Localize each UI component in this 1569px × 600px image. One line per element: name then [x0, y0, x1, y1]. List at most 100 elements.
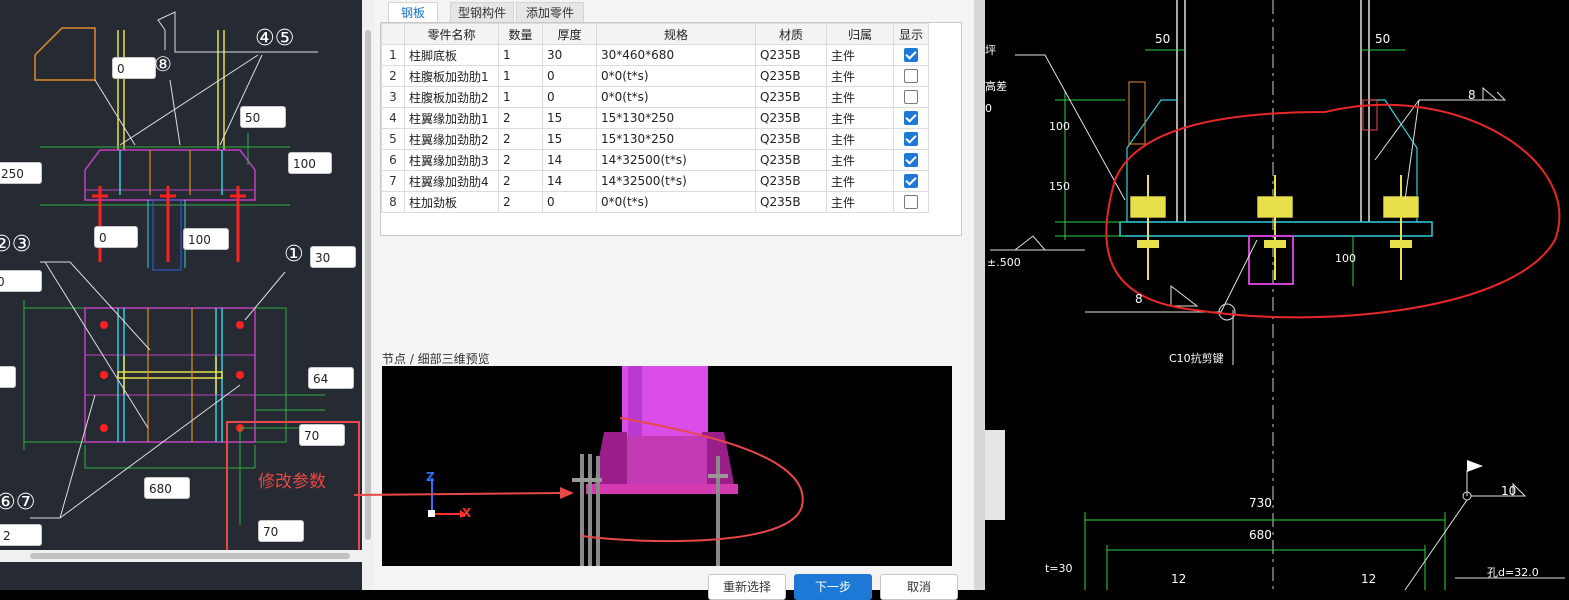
- param-input[interactable]: 0: [112, 57, 156, 79]
- qty-cell[interactable]: 1: [498, 65, 543, 87]
- part-name-cell[interactable]: 柱翼缘加劲肋3: [404, 149, 499, 171]
- table-row[interactable]: 2 柱腹板加劲肋1 1 0 0*0(t*s) Q235B 主件: [381, 65, 929, 87]
- table-row[interactable]: 3 柱腹板加劲肋2 1 0 0*0(t*s) Q235B 主件: [381, 86, 929, 108]
- param-input[interactable]: 50: [240, 106, 286, 128]
- thickness-cell[interactable]: 0: [542, 86, 597, 108]
- next-button[interactable]: 下一步: [794, 574, 872, 600]
- thickness-cell[interactable]: 15: [542, 128, 597, 150]
- spec-cell[interactable]: 14*32500(t*s): [596, 149, 756, 171]
- owner-cell[interactable]: 主件: [826, 107, 894, 129]
- part-name-cell[interactable]: 柱脚底板: [404, 44, 499, 66]
- show-checkbox[interactable]: [904, 48, 918, 63]
- col-material[interactable]: 材质: [755, 23, 827, 45]
- owner-cell[interactable]: 主件: [826, 191, 894, 213]
- spec-cell[interactable]: 0*0(t*s): [596, 191, 756, 213]
- hole-label: 孔d=32.0: [1487, 566, 1539, 579]
- material-cell[interactable]: Q235B: [755, 170, 827, 192]
- dim-label: 50: [1375, 32, 1391, 46]
- param-input[interactable]: 100: [288, 152, 332, 174]
- spec-cell[interactable]: 15*130*250: [596, 107, 756, 129]
- material-cell[interactable]: Q235B: [755, 191, 827, 213]
- show-checkbox[interactable]: [904, 111, 918, 126]
- row-index: 5: [381, 128, 405, 150]
- spec-cell[interactable]: 30*460*680: [596, 44, 756, 66]
- qty-cell[interactable]: 2: [498, 191, 543, 213]
- owner-cell[interactable]: 主件: [826, 44, 894, 66]
- dim-label: 100: [1049, 120, 1070, 133]
- material-cell[interactable]: Q235B: [755, 65, 827, 87]
- row-index: 4: [381, 107, 405, 129]
- show-cell: [893, 170, 929, 192]
- 3d-preview-viewport[interactable]: Z X: [382, 366, 952, 566]
- param-input[interactable]: 30: [310, 246, 356, 268]
- qty-cell[interactable]: 2: [498, 128, 543, 150]
- part-name-cell[interactable]: 柱腹板加劲肋2: [404, 86, 499, 108]
- col-thickness[interactable]: 厚度: [542, 23, 597, 45]
- material-cell[interactable]: Q235B: [755, 86, 827, 108]
- thickness-cell[interactable]: 14: [542, 170, 597, 192]
- show-checkbox[interactable]: [904, 69, 918, 84]
- thickness-cell[interactable]: 0: [542, 191, 597, 213]
- material-cell[interactable]: Q235B: [755, 149, 827, 171]
- param-input[interactable]: [0, 366, 16, 388]
- show-checkbox[interactable]: [904, 90, 918, 105]
- qty-cell[interactable]: 2: [498, 170, 543, 192]
- part-name-cell[interactable]: 柱腹板加劲肋1: [404, 65, 499, 87]
- param-input[interactable]: 250: [0, 162, 42, 184]
- col-qty[interactable]: 数量: [498, 23, 543, 45]
- material-cell[interactable]: Q235B: [755, 107, 827, 129]
- param-input[interactable]: 680: [144, 477, 190, 499]
- tab-steel-plate[interactable]: 钢板: [388, 2, 438, 23]
- spec-cell[interactable]: 15*130*250: [596, 128, 756, 150]
- qty-cell[interactable]: 1: [498, 44, 543, 66]
- spec-cell[interactable]: 0*0(t*s): [596, 65, 756, 87]
- thickness-cell[interactable]: 15: [542, 107, 597, 129]
- qty-cell[interactable]: 2: [498, 149, 543, 171]
- qty-cell[interactable]: 2: [498, 107, 543, 129]
- table-row[interactable]: 4 柱翼缘加劲肋1 2 15 15*130*250 Q235B 主件: [381, 107, 929, 129]
- spec-cell[interactable]: 0*0(t*s): [596, 86, 756, 108]
- material-cell[interactable]: Q235B: [755, 44, 827, 66]
- reselect-button[interactable]: 重新选择: [708, 574, 786, 600]
- part-name-cell[interactable]: 柱翼缘加劲肋1: [404, 107, 499, 129]
- param-input[interactable]: 100: [183, 228, 229, 250]
- show-checkbox[interactable]: [904, 132, 918, 147]
- table-row[interactable]: 5 柱翼缘加劲肋2 2 15 15*130*250 Q235B 主件: [381, 128, 929, 150]
- thickness-cell[interactable]: 30: [542, 44, 597, 66]
- owner-cell[interactable]: 主件: [826, 86, 894, 108]
- part-name-cell[interactable]: 柱翼缘加劲肋2: [404, 128, 499, 150]
- cancel-button[interactable]: 取消: [880, 574, 958, 600]
- thickness-cell[interactable]: 14: [542, 149, 597, 171]
- tab-add-part[interactable]: 添加零件: [516, 2, 584, 23]
- cad-plan-panel[interactable]: 0 50 100 250 0 100 30 0 64 70 680 70 2 ⑧…: [0, 0, 362, 590]
- show-checkbox[interactable]: [904, 174, 918, 189]
- table-row[interactable]: 6 柱翼缘加劲肋3 2 14 14*32500(t*s) Q235B 主件: [381, 149, 929, 171]
- table-row[interactable]: 8 柱加劲板 2 0 0*0(t*s) Q235B 主件: [381, 191, 929, 213]
- table-row[interactable]: 1 柱脚底板 1 30 30*460*680 Q235B 主件: [381, 44, 929, 66]
- part-name-cell[interactable]: 柱加劲板: [404, 191, 499, 213]
- spec-cell[interactable]: 14*32500(t*s): [596, 170, 756, 192]
- owner-cell[interactable]: 主件: [826, 170, 894, 192]
- qty-cell[interactable]: 1: [498, 86, 543, 108]
- horizontal-scrollbar[interactable]: [0, 550, 362, 562]
- thickness-label: t=30: [1045, 562, 1073, 575]
- part-name-cell[interactable]: 柱翼缘加劲肋4: [404, 170, 499, 192]
- col-part-name[interactable]: 零件名称: [404, 23, 499, 45]
- owner-cell[interactable]: 主件: [826, 128, 894, 150]
- param-input[interactable]: 64: [308, 367, 354, 389]
- material-cell[interactable]: Q235B: [755, 128, 827, 150]
- owner-cell[interactable]: 主件: [826, 149, 894, 171]
- param-input[interactable]: 0: [0, 270, 42, 292]
- param-input[interactable]: 2: [0, 524, 42, 546]
- show-checkbox[interactable]: [904, 153, 918, 168]
- cad-detail-panel[interactable]: 50 50 8 100 150 100 8 730 680 12 12 10 C…: [985, 0, 1569, 590]
- col-owner[interactable]: 归属: [826, 23, 894, 45]
- col-show[interactable]: 显示: [893, 23, 929, 45]
- col-spec[interactable]: 规格: [596, 23, 756, 45]
- tab-section-steel[interactable]: 型钢构件: [450, 2, 514, 23]
- table-row[interactable]: 7 柱翼缘加劲肋4 2 14 14*32500(t*s) Q235B 主件: [381, 170, 929, 192]
- param-input[interactable]: 0: [94, 226, 138, 248]
- owner-cell[interactable]: 主件: [826, 65, 894, 87]
- show-checkbox[interactable]: [904, 195, 918, 210]
- thickness-cell[interactable]: 0: [542, 65, 597, 87]
